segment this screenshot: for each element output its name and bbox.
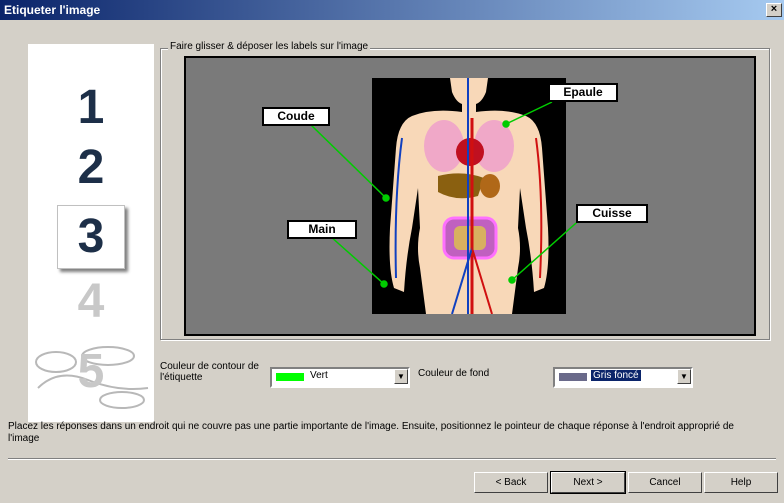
step-1: 1: [77, 81, 105, 134]
chevron-down-icon[interactable]: ▼: [677, 369, 691, 384]
cancel-button[interactable]: Cancel: [628, 472, 702, 493]
step-4: 4: [77, 275, 105, 328]
step-5: 5: [77, 345, 105, 398]
chevron-down-icon[interactable]: ▼: [394, 369, 408, 384]
step-2: 2: [77, 141, 105, 194]
divider: [8, 458, 776, 460]
title-bar: Etiqueter l'image ×: [0, 0, 784, 20]
wizard-steps-panel: 1 2 3 4 5: [28, 44, 154, 422]
back-button[interactable]: < Back: [474, 472, 548, 493]
background-color-label: Couleur de fond: [418, 368, 490, 379]
background-color-value: Gris foncé: [591, 370, 641, 381]
background-color-swatch: [559, 373, 587, 381]
outline-color-swatch: [276, 373, 304, 381]
next-button[interactable]: Next >: [550, 471, 626, 494]
outline-color-select[interactable]: Vert ▼: [270, 367, 410, 388]
outline-color-label: Couleur de contour de l'étiquette: [160, 361, 259, 383]
label-epaule[interactable]: Epaule: [548, 83, 618, 102]
background-color-select[interactable]: Gris foncé ▼: [553, 367, 693, 388]
close-button[interactable]: ×: [766, 3, 782, 17]
group-legend: Faire glisser & déposer les labels sur l…: [168, 41, 371, 52]
label-coude[interactable]: Coude: [262, 107, 330, 126]
step-3-active: 3: [57, 205, 125, 269]
help-button[interactable]: Help: [704, 472, 778, 493]
outline-color-value: Vert: [310, 370, 328, 381]
window-title: Etiqueter l'image: [4, 3, 101, 17]
anatomy-image: [372, 78, 566, 314]
instructions-text: Placez les réponses dans un endroit qui …: [8, 421, 734, 444]
label-cuisse[interactable]: Cuisse: [576, 204, 648, 223]
label-main[interactable]: Main: [287, 220, 357, 239]
